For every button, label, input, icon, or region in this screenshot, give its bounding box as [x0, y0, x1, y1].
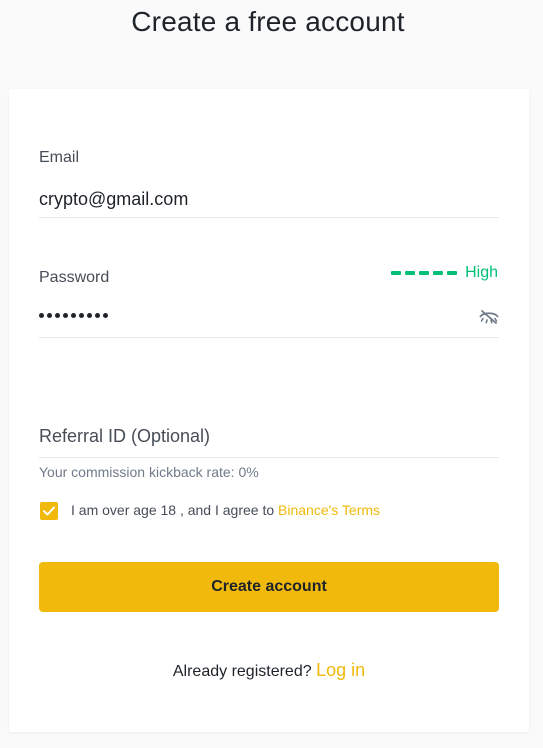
password-underline	[39, 337, 499, 338]
password-field[interactable]	[39, 313, 108, 318]
page-title: Create a free account	[131, 6, 405, 37]
strength-segment	[419, 271, 430, 275]
email-underline	[39, 217, 499, 218]
terms-link[interactable]: Binance's Terms	[278, 502, 380, 518]
terms-agreement: I am over age 18 , and I agree to Binanc…	[71, 502, 380, 518]
referral-underline	[39, 457, 499, 458]
signup-form-card: Email crypto@gmail.com Password High You…	[9, 89, 529, 732]
password-label: Password	[39, 269, 110, 286]
create-account-button[interactable]: Create account	[39, 562, 499, 612]
strength-label: High	[465, 264, 498, 281]
email-label: Email	[39, 149, 80, 166]
password-strength-indicator: High	[391, 264, 498, 282]
terms-checkbox[interactable]	[40, 502, 58, 520]
strength-segment	[433, 271, 444, 275]
login-prompt: Already registered? Log in	[9, 660, 529, 681]
already-registered-text: Already registered?	[172, 663, 317, 680]
login-link[interactable]: Log in	[316, 660, 365, 680]
commission-rate-text: Your commission kickback rate: 0%	[39, 464, 259, 480]
strength-segment	[405, 271, 416, 275]
email-field[interactable]: crypto@gmail.com	[39, 189, 188, 210]
strength-bar	[391, 271, 458, 275]
eye-off-icon[interactable]	[479, 309, 499, 325]
referral-id-input[interactable]	[39, 426, 499, 447]
checkmark-icon	[43, 506, 55, 516]
strength-segment	[447, 271, 458, 275]
strength-segment	[391, 271, 402, 275]
agreement-text: I am over age 18 , and I agree to	[71, 502, 279, 518]
